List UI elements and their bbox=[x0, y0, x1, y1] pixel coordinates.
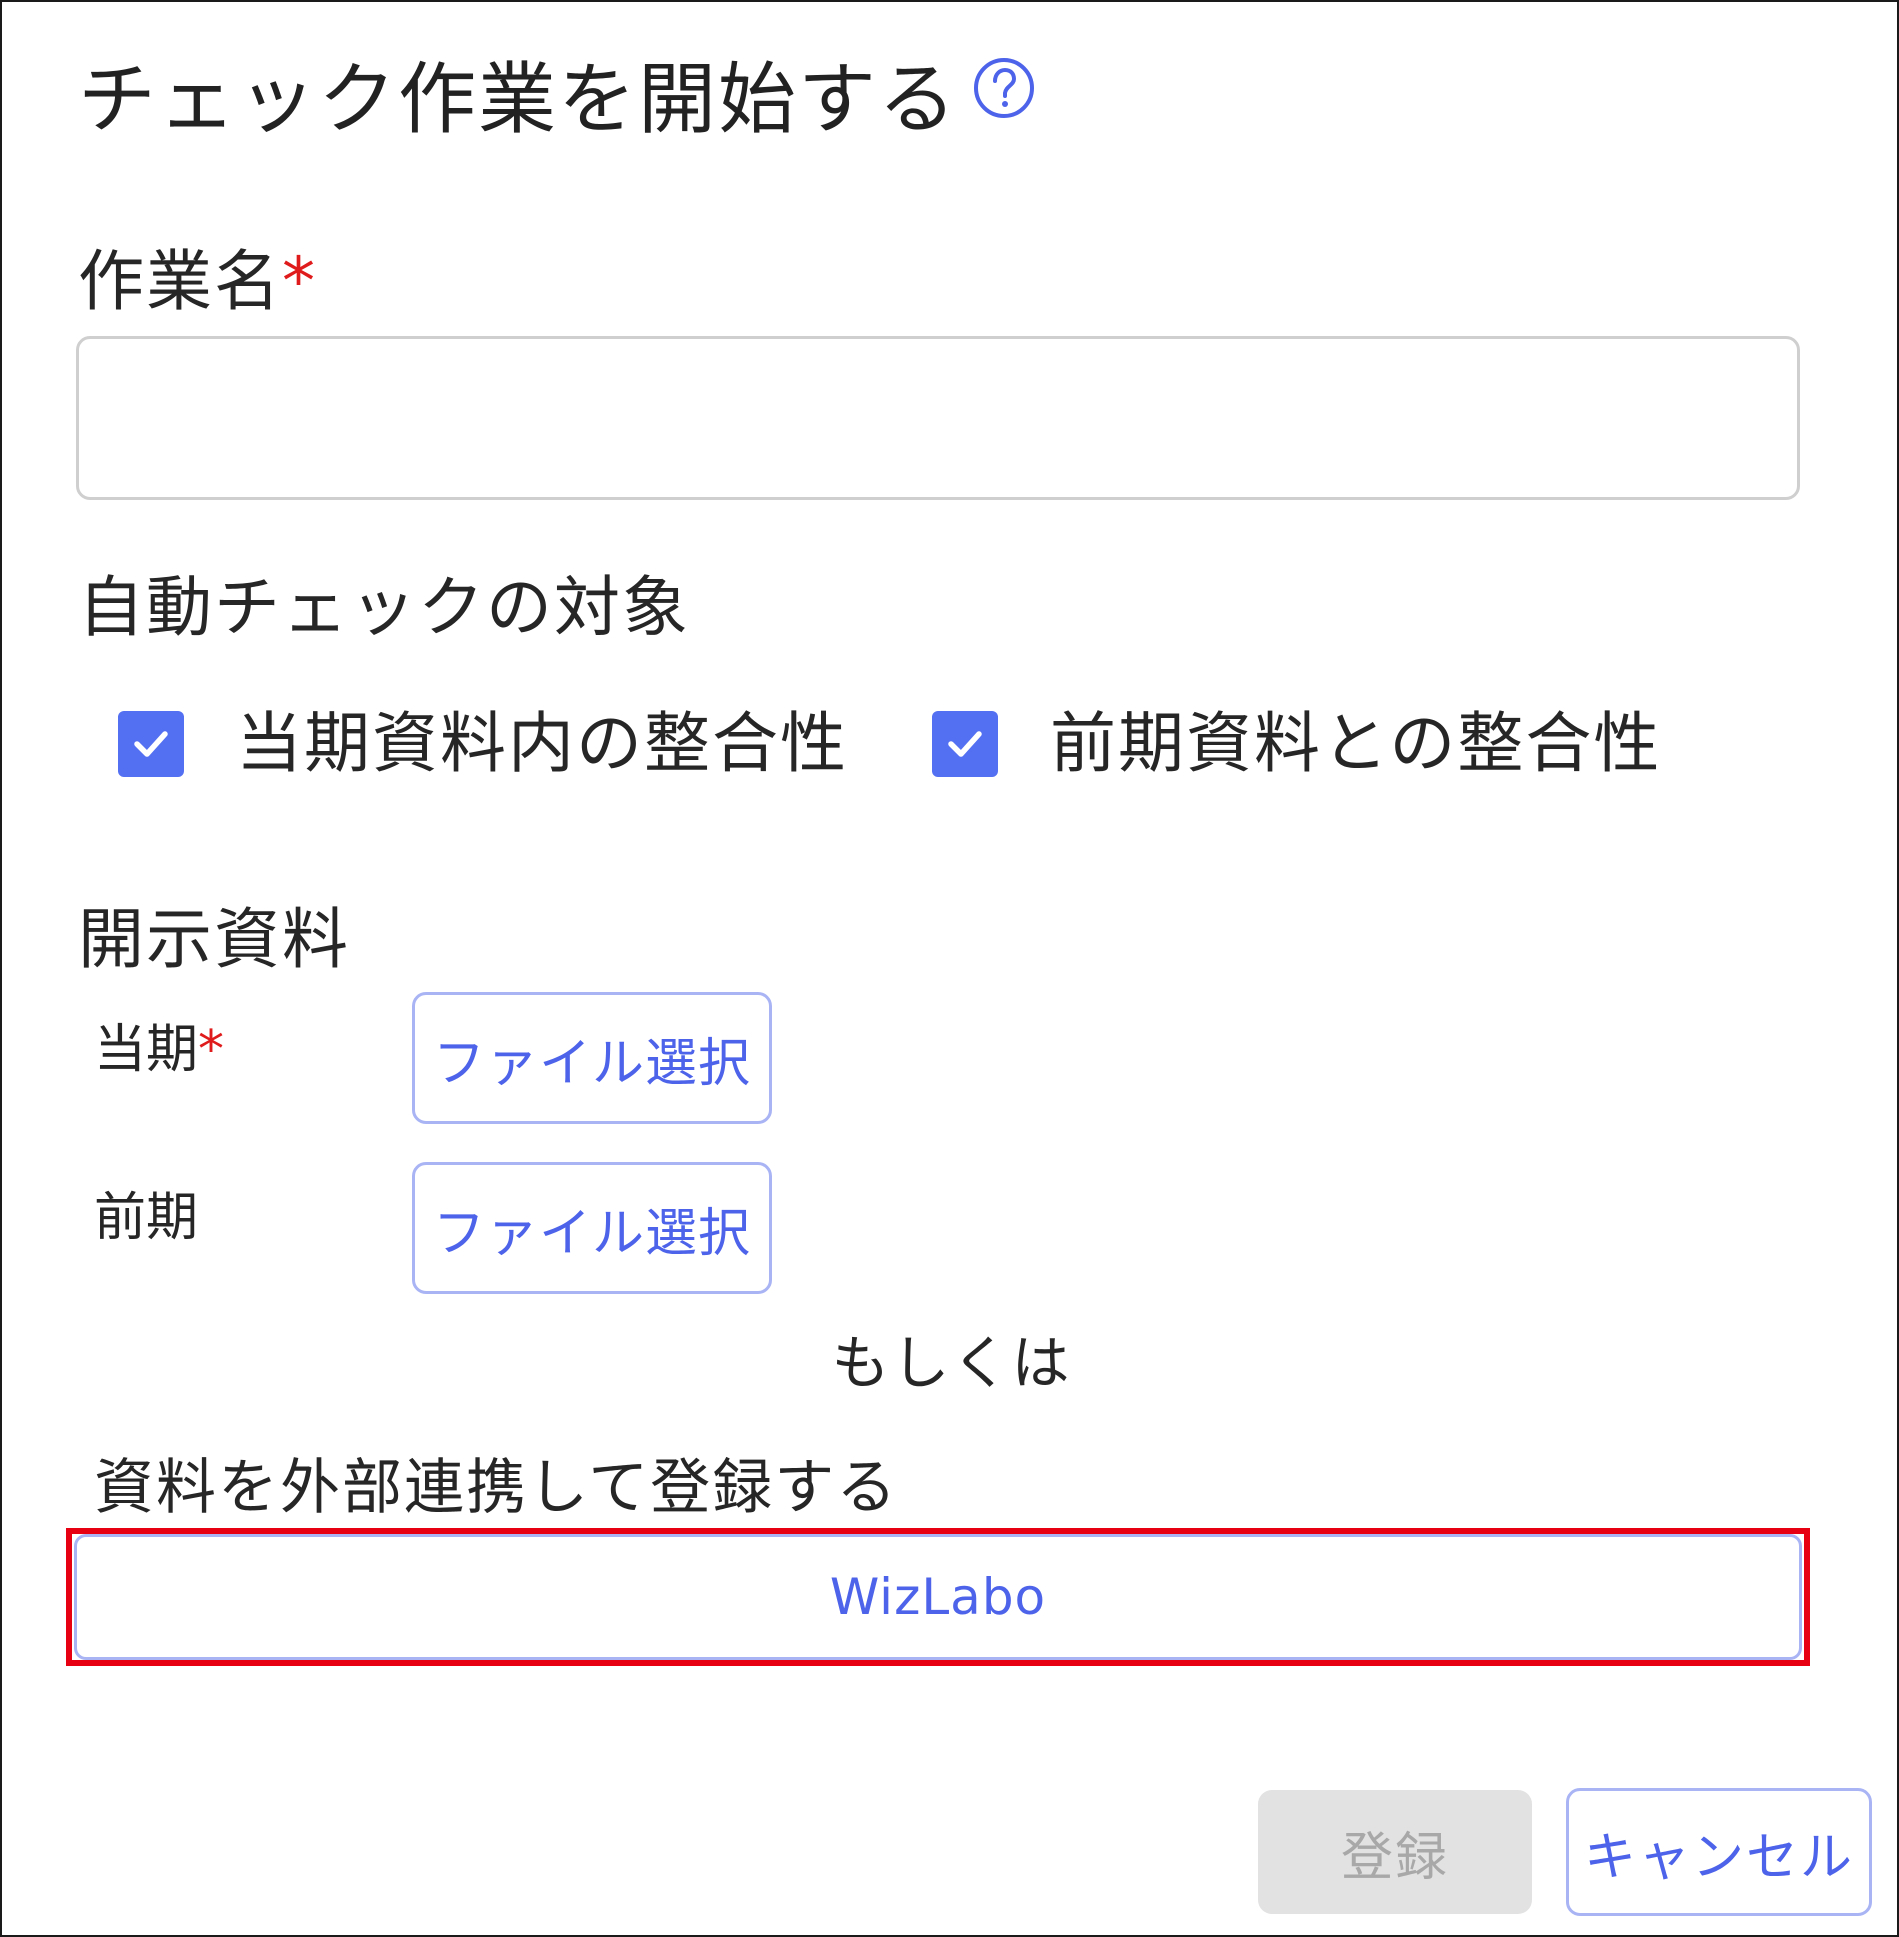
auto-check-label: 自動チェックの対象 bbox=[78, 569, 690, 646]
question-circle-icon[interactable] bbox=[972, 56, 1036, 120]
start-check-dialog: チェック作業を開始する 作業名* 自動チェックの対象 当期資料内の整合性 前期資… bbox=[0, 0, 1899, 1937]
cancel-button[interactable]: キャンセル bbox=[1566, 1788, 1872, 1916]
current-file-select-button[interactable]: ファイル選択 bbox=[412, 992, 772, 1124]
current-period-label: 当期* bbox=[94, 1018, 224, 1082]
current-period-label-text: 当期 bbox=[94, 1020, 199, 1080]
register-button[interactable]: 登録 bbox=[1258, 1790, 1532, 1914]
checkbox-checked-icon[interactable] bbox=[118, 711, 184, 777]
disclosure-label: 開示資料 bbox=[78, 901, 350, 978]
dialog-title: チェック作業を開始する bbox=[78, 55, 959, 145]
task-name-label-text: 作業名 bbox=[78, 243, 282, 320]
external-link-label: 資料を外部連携して登録する bbox=[94, 1453, 899, 1523]
or-divider-text: もしくは bbox=[831, 1329, 1072, 1397]
task-name-label: 作業名* bbox=[78, 242, 317, 322]
checkbox-current-consistency[interactable]: 当期資料内の整合性 bbox=[118, 704, 848, 784]
checkbox-label: 前期資料との整合性 bbox=[1050, 705, 1662, 782]
required-mark: * bbox=[282, 243, 317, 320]
checkbox-checked-icon[interactable] bbox=[932, 711, 998, 777]
task-name-input[interactable] bbox=[76, 336, 1800, 500]
previous-period-label: 前期 bbox=[94, 1188, 199, 1248]
wizlabo-button[interactable]: WizLabo bbox=[74, 1534, 1802, 1660]
required-mark: * bbox=[198, 1020, 225, 1080]
previous-file-select-button[interactable]: ファイル選択 bbox=[412, 1162, 772, 1294]
checkbox-label: 当期資料内の整合性 bbox=[236, 705, 848, 782]
dialog-header: チェック作業を開始する bbox=[78, 50, 1036, 150]
checkbox-previous-consistency[interactable]: 前期資料との整合性 bbox=[932, 704, 1661, 784]
